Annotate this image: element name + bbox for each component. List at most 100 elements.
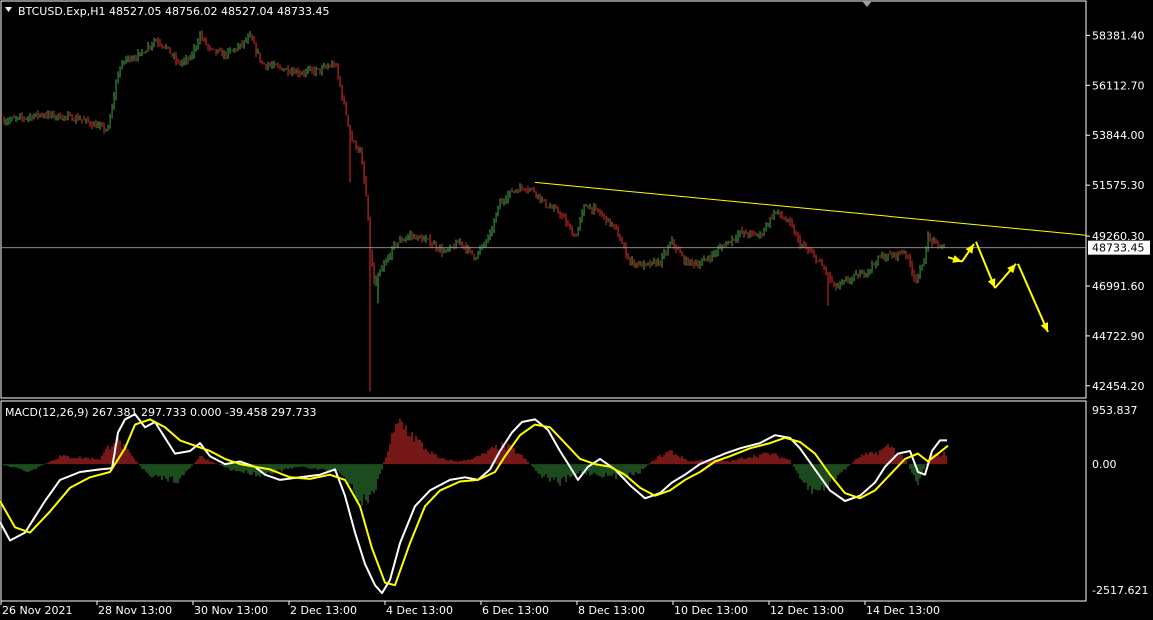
- candle-body: [363, 164, 365, 181]
- candle-body: [727, 240, 729, 244]
- candle-body: [545, 200, 547, 207]
- candle-body: [591, 206, 593, 212]
- candle-body: [105, 129, 107, 131]
- candle-body: [515, 190, 517, 192]
- candle-body: [27, 117, 29, 119]
- candle-body: [773, 212, 775, 218]
- candle-body: [645, 263, 647, 265]
- candle-body: [163, 46, 165, 48]
- candle-body: [141, 52, 143, 54]
- candle-body: [651, 261, 653, 266]
- candle-body: [749, 232, 751, 236]
- candle-body: [695, 263, 697, 265]
- candle-body: [433, 243, 435, 245]
- candle-body: [665, 252, 667, 254]
- price-axis-label: 58381.40: [1092, 29, 1145, 42]
- candle-body: [401, 239, 403, 242]
- candle-body: [129, 56, 131, 61]
- candle-body: [883, 255, 885, 260]
- candle-body: [119, 68, 121, 75]
- candle-body: [65, 116, 67, 118]
- candle-body: [383, 264, 385, 269]
- candle-body: [603, 214, 605, 217]
- candle-body: [793, 226, 795, 234]
- candle-body: [475, 257, 477, 259]
- candle-body: [19, 116, 21, 118]
- macd-indicator-title: MACD(12,26,9) 267.381 297.733 0.000 -39.…: [5, 406, 316, 419]
- candle-body: [479, 248, 481, 252]
- candle-body: [723, 246, 725, 248]
- candle-body: [759, 233, 761, 236]
- candle-body: [777, 211, 779, 213]
- time-axis-label: 26 Nov 2021: [2, 604, 72, 617]
- candle-body: [817, 260, 819, 262]
- candle-body: [151, 43, 153, 47]
- candle-body: [177, 61, 179, 63]
- candle-body: [305, 70, 307, 74]
- candle-body: [333, 63, 335, 66]
- candle-body: [415, 235, 417, 240]
- candle-body: [121, 62, 123, 69]
- candle-body: [391, 247, 393, 257]
- candle-body: [49, 113, 51, 116]
- candle-body: [589, 206, 591, 209]
- candle-body: [815, 255, 817, 262]
- candle-body: [413, 235, 415, 237]
- candle-body: [201, 34, 203, 39]
- candle-body: [791, 222, 793, 227]
- candle-body: [93, 123, 95, 127]
- candle-body: [565, 217, 567, 224]
- candle-body: [185, 58, 187, 61]
- candle-body: [365, 180, 367, 196]
- candle-body: [411, 234, 413, 237]
- candle-body: [643, 263, 645, 267]
- candle-body: [225, 52, 227, 57]
- candle-body: [863, 271, 865, 276]
- candle-body: [747, 234, 749, 236]
- candle-body: [87, 118, 89, 122]
- candle-body: [321, 67, 323, 72]
- candle-body: [895, 252, 897, 258]
- candle-body: [813, 253, 815, 256]
- candle-body: [213, 48, 215, 50]
- candle-body: [183, 60, 185, 63]
- candle-body: [605, 216, 607, 223]
- candle-body: [503, 201, 505, 203]
- candle-body: [199, 34, 201, 43]
- candle-body: [599, 211, 601, 214]
- candle-body: [539, 194, 541, 201]
- candle-body: [259, 52, 261, 61]
- candle-body: [679, 249, 681, 254]
- candle-body: [831, 279, 833, 282]
- candle-body: [635, 263, 637, 266]
- candle-body: [891, 254, 893, 257]
- candle-body: [569, 224, 571, 228]
- candle-body: [429, 238, 431, 245]
- price-axis-label: 56112.70: [1092, 79, 1145, 92]
- candle-body: [125, 58, 127, 62]
- candle-body: [579, 219, 581, 228]
- candle-body: [267, 65, 269, 68]
- candle-body: [195, 46, 197, 49]
- candle-body: [17, 117, 19, 119]
- candle-body: [765, 224, 767, 231]
- candle-body: [109, 117, 111, 128]
- candle-body: [45, 115, 47, 117]
- macd-axis-label: -2517.621: [1092, 584, 1148, 597]
- candle-body: [827, 272, 829, 274]
- candle-body: [753, 232, 755, 234]
- candle-body: [523, 188, 525, 190]
- candle-body: [477, 251, 479, 258]
- candle-body: [385, 260, 387, 265]
- candle-body: [115, 83, 117, 97]
- price-chart-title: BTCUSD.Exp,H1 48527.05 48756.02 48527.04…: [18, 5, 329, 18]
- candle-body: [301, 73, 303, 75]
- candle-body: [41, 114, 43, 116]
- candle-body: [683, 255, 685, 263]
- candle-body: [81, 119, 83, 121]
- candle-body: [563, 215, 565, 218]
- candle-body: [739, 230, 741, 235]
- candle-body: [865, 274, 867, 276]
- candle-body: [925, 250, 927, 261]
- candle-body: [465, 246, 467, 251]
